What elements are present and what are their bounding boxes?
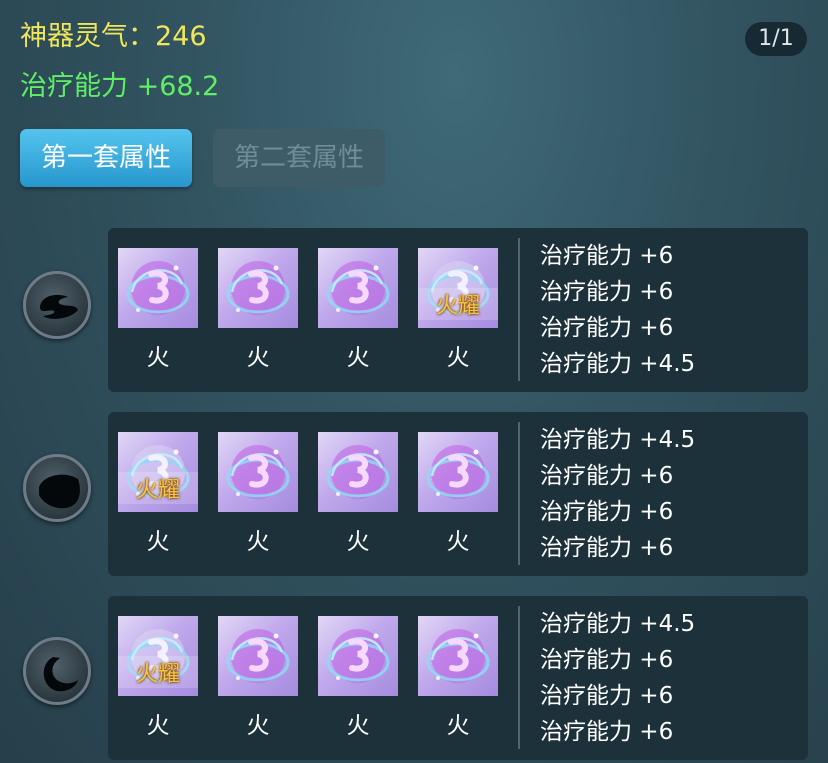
gem-slot[interactable]: 火 — [318, 616, 398, 740]
spirit-gem-icon[interactable] — [218, 248, 298, 328]
gem-slot[interactable]: 火 — [318, 432, 398, 556]
attribute-list: 治疗能力 +4.5 治疗能力 +6 治疗能力 +6 治疗能力 +6 — [540, 422, 695, 566]
spirit-gem-icon[interactable] — [318, 616, 398, 696]
row-divider — [518, 422, 520, 565]
row-divider — [518, 606, 520, 749]
spirit-gem-icon[interactable]: 火耀 — [118, 432, 198, 512]
attribute-row-panel: 火耀火火火火治疗能力 +4.5 治疗能力 +6 治疗能力 +6 治疗能力 +6 — [108, 596, 808, 760]
gem-slot[interactable]: 火 — [418, 432, 498, 556]
tab-attribute-set-1[interactable]: 第一套属性 — [20, 129, 192, 187]
attribute-row-panel: 火耀火火火火治疗能力 +4.5 治疗能力 +6 治疗能力 +6 治疗能力 +6 — [108, 412, 808, 576]
spirit-gem-icon[interactable] — [318, 432, 398, 512]
gem-element-label: 火 — [346, 713, 370, 739]
blob-rune-icon[interactable] — [23, 454, 91, 522]
attribute-row-panel: 火火火火耀火治疗能力 +6 治疗能力 +6 治疗能力 +6 治疗能力 +4.5 — [108, 228, 808, 392]
gem-element-label: 火 — [146, 345, 170, 371]
gem-slot[interactable]: 火 — [218, 616, 298, 740]
spirit-gem-icon[interactable] — [118, 248, 198, 328]
spirit-gem-icon[interactable]: 火耀 — [118, 616, 198, 696]
attribute-line: 治疗能力 +6 — [540, 315, 674, 341]
swirl-rune-icon[interactable] — [23, 271, 91, 339]
total-healing-bonus: 治疗能力 +68.2 — [20, 71, 220, 102]
gem-slot[interactable]: 火 — [218, 248, 298, 372]
attribute-line: 治疗能力 +4.5 — [540, 611, 696, 637]
awaken-tag: 火耀 — [118, 472, 198, 504]
gem-slot[interactable]: 火 — [318, 248, 398, 372]
attribute-line: 治疗能力 +6 — [540, 535, 674, 561]
awaken-tag: 火耀 — [118, 656, 198, 688]
gem-slot[interactable]: 火耀火 — [418, 248, 498, 372]
gem-slot[interactable]: 火 — [118, 248, 198, 372]
row-divider — [518, 238, 520, 381]
attribute-line: 治疗能力 +4.5 — [540, 351, 696, 377]
gem-slot[interactable]: 火耀火 — [118, 616, 198, 740]
attribute-line: 治疗能力 +6 — [540, 243, 674, 269]
attribute-list: 治疗能力 +6 治疗能力 +6 治疗能力 +6 治疗能力 +4.5 — [540, 238, 695, 382]
attribute-line: 治疗能力 +6 — [540, 279, 674, 305]
gem-element-label: 火 — [446, 713, 470, 739]
spirit-gem-icon[interactable] — [218, 432, 298, 512]
spirit-gem-icon[interactable] — [418, 432, 498, 512]
gem-element-label: 火 — [446, 345, 470, 371]
attribute-line: 治疗能力 +6 — [540, 647, 674, 673]
gem-element-label: 火 — [246, 529, 270, 555]
gem-element-label: 火 — [146, 713, 170, 739]
attribute-line: 治疗能力 +6 — [540, 499, 674, 525]
gem-slot[interactable]: 火耀火 — [118, 432, 198, 556]
gem-element-label: 火 — [146, 529, 170, 555]
gem-slot[interactable]: 火 — [218, 432, 298, 556]
gem-element-label: 火 — [346, 345, 370, 371]
spirit-gem-icon[interactable] — [218, 616, 298, 696]
attribute-line: 治疗能力 +6 — [540, 463, 674, 489]
spirit-gem-icon[interactable] — [418, 616, 498, 696]
gem-element-label: 火 — [246, 345, 270, 371]
attribute-list: 治疗能力 +4.5 治疗能力 +6 治疗能力 +6 治疗能力 +6 — [540, 606, 695, 750]
gem-element-label: 火 — [446, 529, 470, 555]
spirit-gem-icon[interactable]: 火耀 — [418, 248, 498, 328]
artifact-spirit-value: 神器灵气：246 — [20, 21, 207, 52]
tab-attribute-set-2[interactable]: 第二套属性 — [213, 129, 385, 187]
spirit-gem-icon[interactable] — [318, 248, 398, 328]
page-indicator: 1/1 — [745, 22, 807, 56]
awaken-tag: 火耀 — [418, 288, 498, 320]
gem-slot[interactable]: 火 — [418, 616, 498, 740]
attribute-line: 治疗能力 +4.5 — [540, 427, 696, 453]
gem-element-label: 火 — [246, 713, 270, 739]
attribute-line: 治疗能力 +6 — [540, 683, 674, 709]
gem-element-label: 火 — [346, 529, 370, 555]
crescent-rune-icon[interactable] — [23, 637, 91, 705]
attribute-line: 治疗能力 +6 — [540, 719, 674, 745]
